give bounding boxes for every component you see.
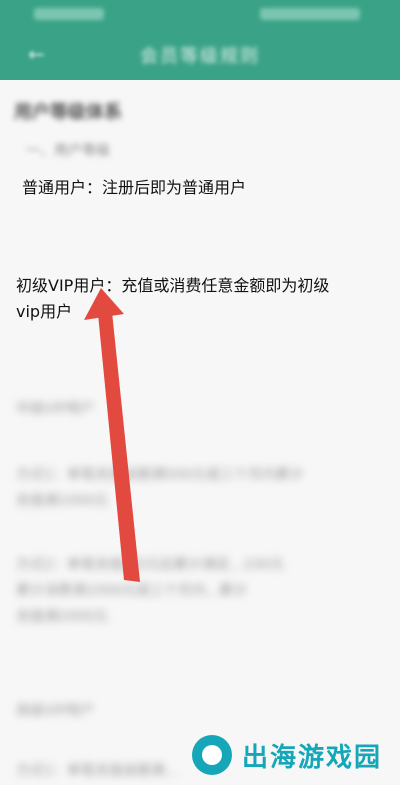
red-arrow-annotation <box>84 288 140 582</box>
watermark: 出海游戏园 <box>191 735 382 775</box>
watermark-text: 出海游戏园 <box>241 742 382 773</box>
arrow-head <box>84 288 124 320</box>
arrow-shaft <box>98 312 140 582</box>
watermark-logo-icon <box>191 735 232 775</box>
